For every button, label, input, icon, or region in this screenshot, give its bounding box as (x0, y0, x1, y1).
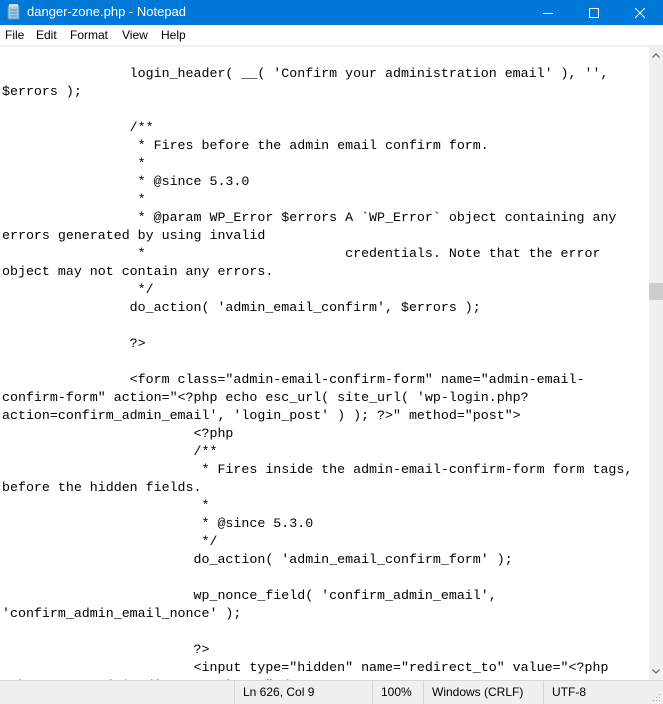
menu-edit[interactable]: Edit (36, 28, 57, 42)
menu-bar: File Edit Format View Help (0, 25, 663, 45)
encoding: UTF-8 (543, 681, 649, 704)
code-line: * @since 5.3.0 (2, 174, 250, 189)
menu-file[interactable]: File (5, 28, 24, 42)
code-line: * (2, 498, 210, 513)
code-line: do_action( 'admin_email_confirm', $error… (2, 300, 481, 315)
code-line: <?php (2, 426, 234, 441)
code-line: $errors ); (2, 84, 82, 99)
cursor-position: Ln 626, Col 9 (234, 681, 379, 704)
close-button[interactable] (617, 0, 663, 25)
code-line: wp_nonce_field( 'confirm_admin_email', (2, 588, 497, 603)
chevron-down-icon (652, 669, 660, 674)
code-line: confirm-form" action="<?php echo esc_url… (2, 390, 529, 405)
notepad-icon (7, 4, 20, 20)
code-line: <form class="admin-email-confirm-form" n… (2, 372, 585, 387)
code-line: ?> (2, 642, 210, 657)
status-bar: Ln 626, Col 9 100% Windows (CRLF) UTF-8 (0, 680, 663, 704)
code-line: 'confirm_admin_email_nonce' ); (2, 606, 242, 621)
maximize-button[interactable] (571, 0, 617, 25)
code-line: <input type="hidden" name="redirect_to" … (2, 660, 609, 675)
code-line: * credentials. Note that the error (2, 246, 601, 261)
code-line: login_header( __( 'Confirm your administ… (2, 66, 609, 81)
resize-grip-icon[interactable] (651, 692, 661, 702)
zoom-level: 100% (372, 681, 423, 704)
code-line: /** (2, 120, 154, 135)
code-line: ?> (2, 336, 146, 351)
menu-view[interactable]: View (122, 28, 148, 42)
menu-help[interactable]: Help (161, 28, 186, 42)
vertical-scrollbar[interactable] (649, 47, 663, 680)
code-line: /** (2, 444, 218, 459)
minimize-button[interactable] (525, 0, 571, 25)
code-line: before the hidden fields. (2, 480, 202, 495)
code-line: * Fires before the admin email confirm f… (2, 138, 489, 153)
code-line: errors generated by using invalid (2, 228, 266, 243)
code-line: * (2, 192, 146, 207)
code-line: */ (2, 282, 154, 297)
line-ending: Windows (CRLF) (423, 681, 543, 704)
close-icon (635, 7, 645, 18)
code-line: action=confirm_admin_email', 'login_post… (2, 408, 521, 423)
code-line: * (2, 156, 146, 171)
code-line: do_action( 'admin_email_confirm_form' ); (2, 552, 513, 567)
title-bar: danger-zone.php - Notepad (0, 0, 663, 25)
scroll-thumb[interactable] (649, 283, 663, 300)
code-line: */ (2, 534, 218, 549)
code-line: object may not contain any errors. (2, 264, 274, 279)
menu-format[interactable]: Format (70, 28, 108, 42)
maximize-icon (589, 7, 599, 18)
code-line: * Fires inside the admin-email-confirm-f… (2, 462, 633, 477)
code-line: * @param WP_Error $errors A `WP_Error` o… (2, 210, 617, 225)
scroll-down-button[interactable] (649, 663, 663, 680)
window-title: danger-zone.php - Notepad (27, 4, 187, 19)
scroll-up-button[interactable] (649, 47, 663, 64)
minimize-icon (543, 12, 553, 14)
code-line: * @since 5.3.0 (2, 516, 314, 531)
chevron-up-icon (652, 53, 660, 58)
text-editor[interactable]: login_header( __( 'Confirm your administ… (0, 47, 649, 680)
